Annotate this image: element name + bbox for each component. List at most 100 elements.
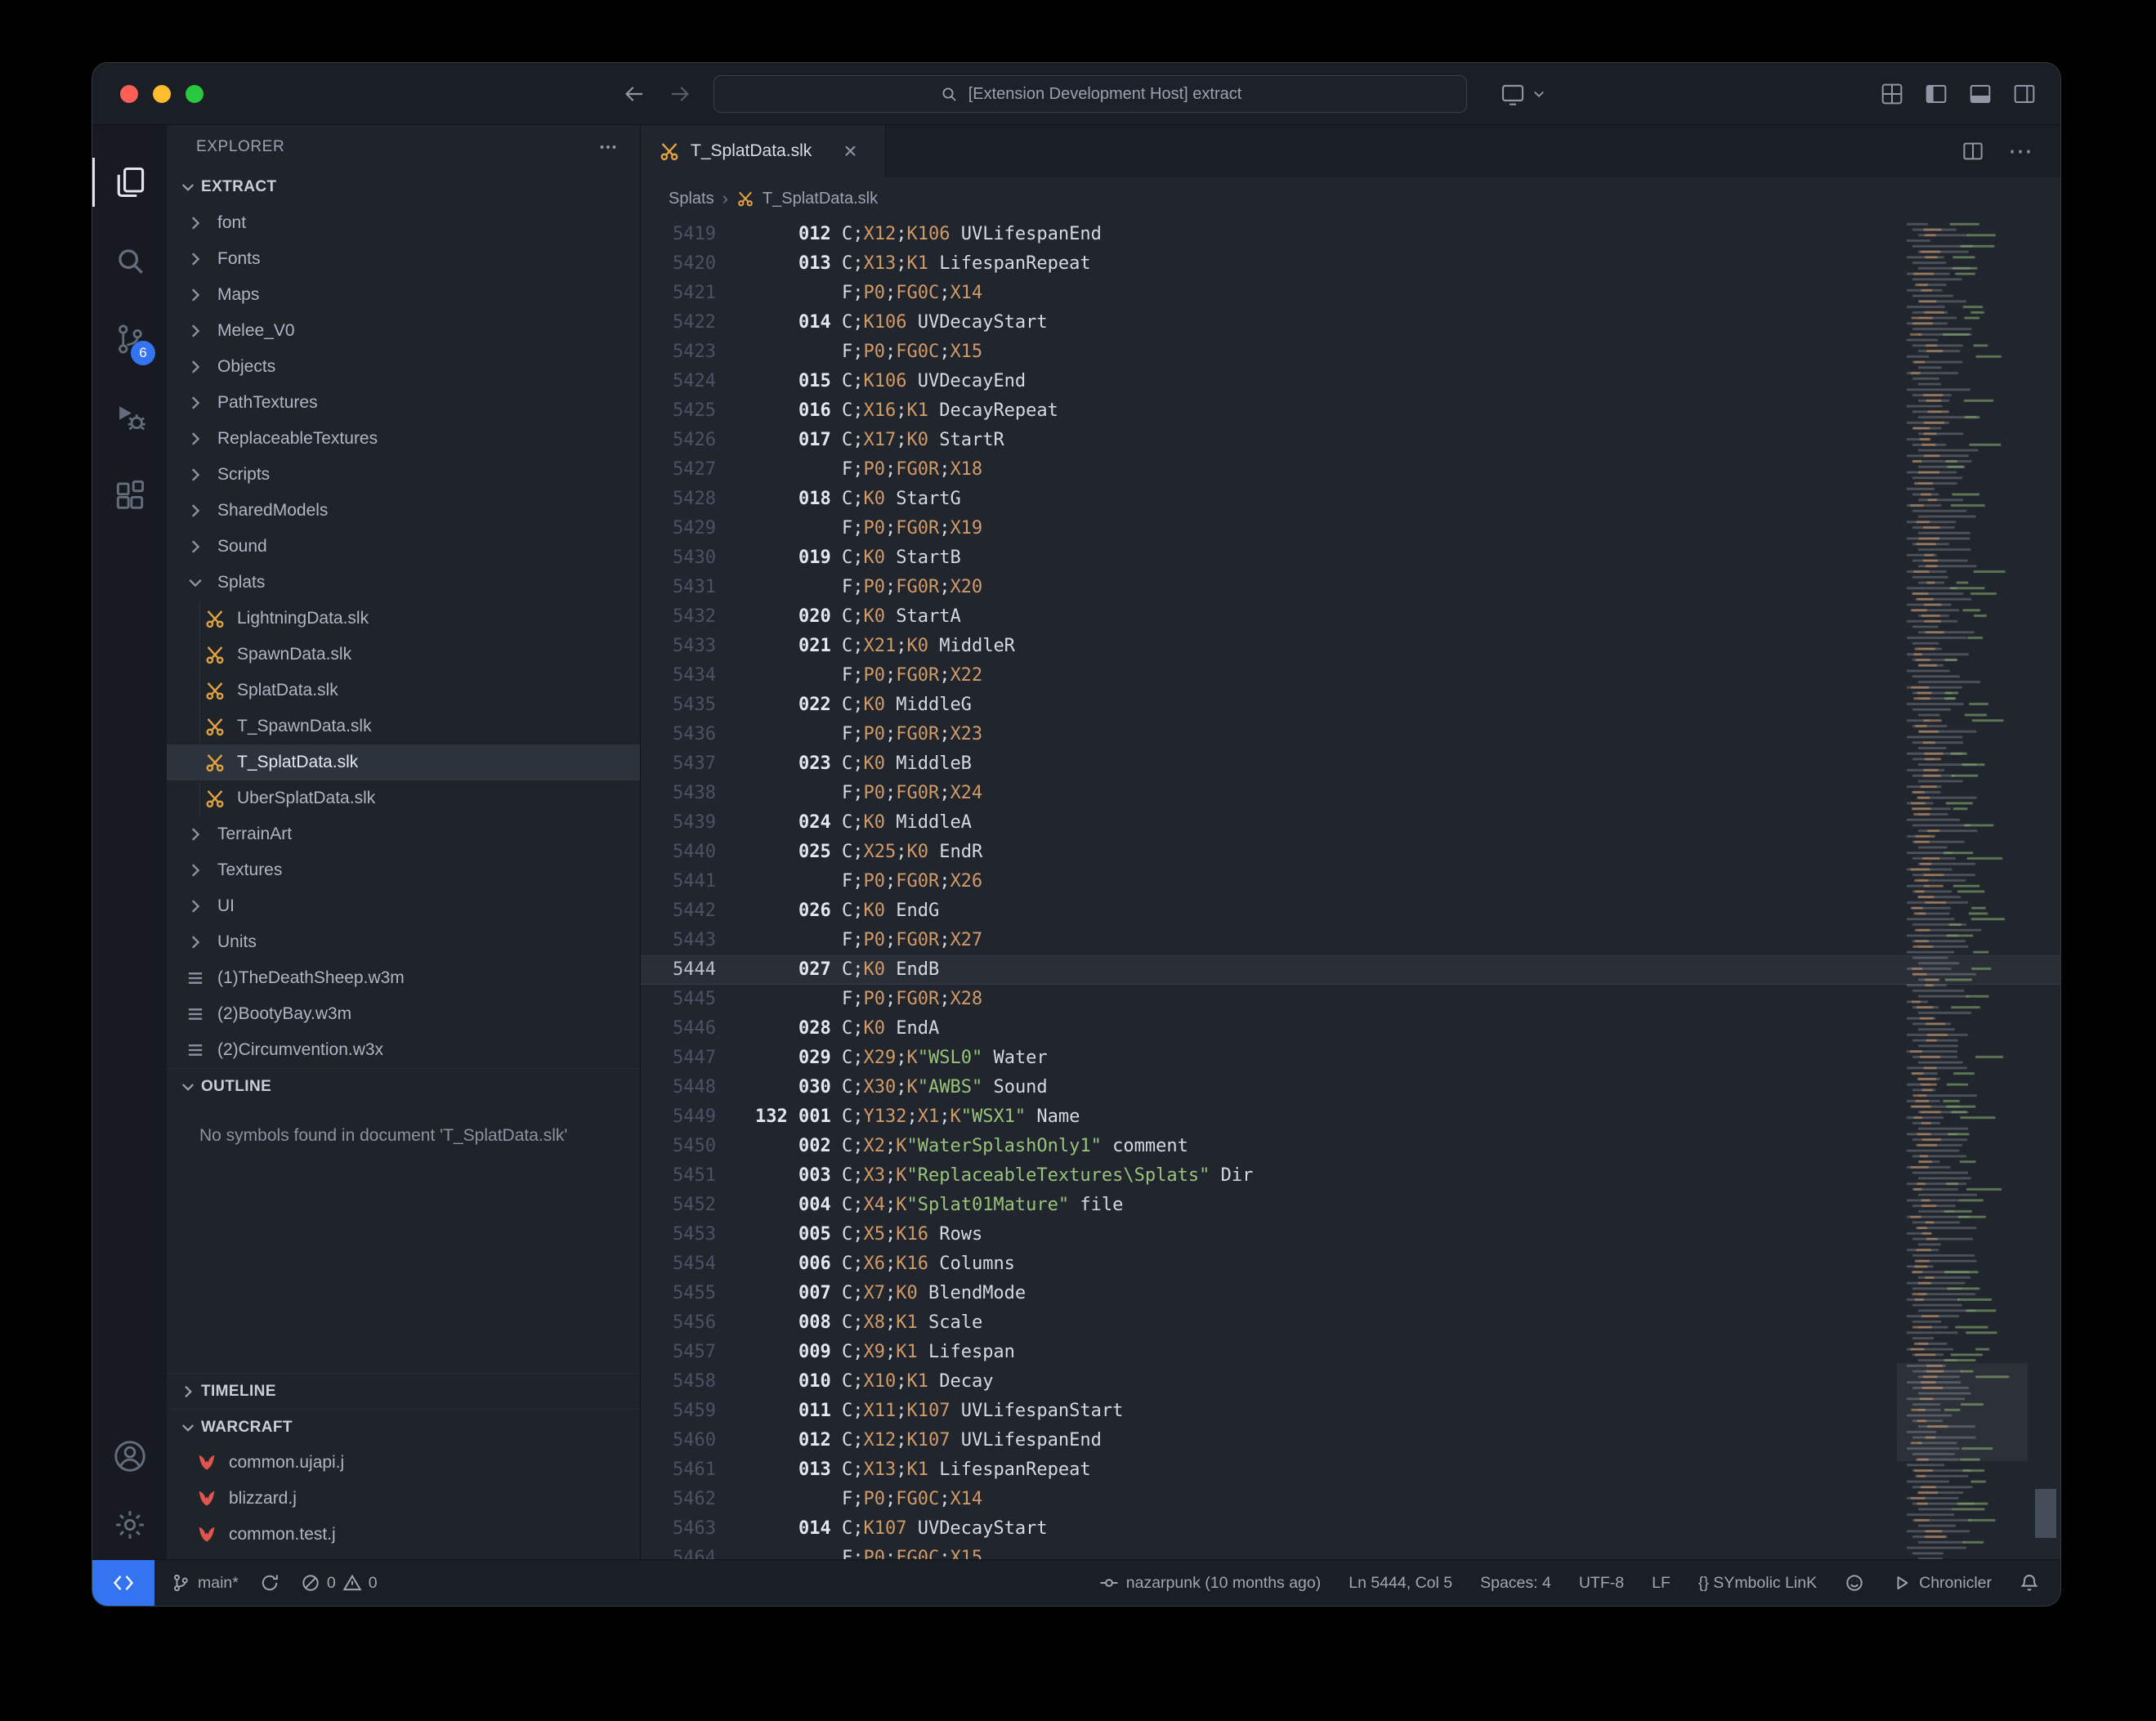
code-line[interactable]: 5430 019 C;K0 StartB <box>641 543 2060 573</box>
problems-status[interactable]: 0 0 <box>301 1573 378 1593</box>
code-line[interactable]: 5433 021 C;X21;K0 MiddleR <box>641 632 2060 661</box>
tab-t-splatdata[interactable]: T_SplatData.slk × <box>641 125 886 177</box>
code-line[interactable]: 5434 F;P0;FG0R;X22 <box>641 661 2060 691</box>
code-line[interactable]: 5444 027 C;K0 EndB <box>641 955 2060 985</box>
code-line[interactable]: 5456 008 C;X8;K1 Scale <box>641 1308 2060 1338</box>
notifications-status[interactable] <box>2020 1573 2039 1593</box>
tree-item[interactable]: T_SplatData.slk <box>167 744 640 780</box>
source-control-activity-button[interactable]: 6 <box>92 300 167 378</box>
code-line[interactable]: 5452 004 C;X4;K"Splat01Mature" file <box>641 1191 2060 1220</box>
code-line[interactable]: 5446 028 C;K0 EndA <box>641 1014 2060 1044</box>
minimize-window-button[interactable] <box>153 85 171 103</box>
tree-item[interactable]: SharedModels <box>167 493 640 529</box>
code-line[interactable]: 5420 013 C;X13;K1 LifespanRepeat <box>641 249 2060 279</box>
code-line[interactable]: 5447 029 C;X29;K"WSL0" Water <box>641 1044 2060 1073</box>
code-line[interactable]: 5438 F;P0;FG0R;X24 <box>641 779 2060 808</box>
tree-item[interactable]: UI <box>167 888 640 924</box>
cursor-position-status[interactable]: Ln 5444, Col 5 <box>1349 1574 1452 1593</box>
code-line[interactable]: 5448 030 C;X30;K"AWBS" Sound <box>641 1073 2060 1102</box>
close-window-button[interactable] <box>120 85 138 103</box>
warcraft-file-item[interactable]: blizzard.j <box>167 1481 640 1517</box>
tree-item[interactable]: T_SpawnData.slk <box>167 709 640 744</box>
customize-layout-button[interactable] <box>1879 81 1905 107</box>
warcraft-file-item[interactable]: common.ujapi.j <box>167 1445 640 1481</box>
tree-item[interactable]: Splats <box>167 565 640 601</box>
extensions-activity-button[interactable] <box>92 457 167 535</box>
remote-indicator[interactable] <box>92 1560 154 1606</box>
section-timeline[interactable]: TIMELINE <box>167 1373 640 1409</box>
breadcrumb-file[interactable]: T_SplatData.slk <box>763 190 878 208</box>
code-line[interactable]: 5464 F;P0;FG0C;X15 <box>641 1544 2060 1559</box>
code-line[interactable]: 5455 007 C;X7;K0 BlendMode <box>641 1279 2060 1308</box>
tab-close-icon[interactable]: × <box>843 140 857 163</box>
tree-item[interactable]: Textures <box>167 852 640 888</box>
warcraft-file-item[interactable]: common.test.j <box>167 1517 640 1553</box>
code-line[interactable]: 5457 009 C;X9;K1 Lifespan <box>641 1338 2060 1367</box>
code-line[interactable]: 5440 025 C;X25;K0 EndR <box>641 838 2060 867</box>
tree-item[interactable]: Melee_V0 <box>167 313 640 349</box>
code-line[interactable]: 5428 018 C;K0 StartG <box>641 485 2060 514</box>
tree-item[interactable]: (2)Circumvention.w3x <box>167 1032 640 1068</box>
search-activity-button[interactable] <box>92 221 167 300</box>
eol-status[interactable]: LF <box>1652 1574 1671 1593</box>
code-line[interactable]: 5443 F;P0;FG0R;X27 <box>641 926 2060 955</box>
explorer-activity-button[interactable] <box>92 143 167 221</box>
branch-status[interactable]: main* <box>171 1573 239 1593</box>
chronicler-status[interactable]: Chronicler <box>1892 1573 1992 1593</box>
code-line[interactable]: 5436 F;P0;FG0R;X23 <box>641 720 2060 749</box>
settings-button[interactable] <box>92 1491 167 1559</box>
code-editor[interactable]: 5419 012 C;X12;K106 UVLifespanEnd5420 01… <box>641 220 2060 1559</box>
tree-item[interactable]: (1)TheDeathSheep.w3m <box>167 960 640 996</box>
tree-item[interactable]: ReplaceableTextures <box>167 421 640 457</box>
code-line[interactable]: 5424 015 C;K106 UVDecayEnd <box>641 367 2060 396</box>
code-line[interactable]: 5427 F;P0;FG0R;X18 <box>641 455 2060 485</box>
zoom-window-button[interactable] <box>186 85 204 103</box>
code-line[interactable]: 5442 026 C;K0 EndG <box>641 896 2060 926</box>
section-extract[interactable]: EXTRACT <box>167 169 640 205</box>
command-center-search[interactable]: [Extension Development Host] extract <box>713 75 1467 113</box>
feedback-status[interactable] <box>1845 1573 1864 1593</box>
code-line[interactable]: 5431 F;P0;FG0R;X20 <box>641 573 2060 602</box>
explorer-actions-button[interactable] <box>597 136 619 158</box>
code-line[interactable]: 5459 011 C;X11;K107 UVLifespanStart <box>641 1397 2060 1426</box>
tree-item[interactable]: Scripts <box>167 457 640 493</box>
tree-item[interactable]: PathTextures <box>167 385 640 421</box>
code-line[interactable]: 5435 022 C;K0 MiddleG <box>641 691 2060 720</box>
nav-forward-button[interactable] <box>668 82 692 106</box>
code-line[interactable]: 5441 F;P0;FG0R;X26 <box>641 867 2060 896</box>
profile-button[interactable] <box>1500 81 1547 107</box>
code-line[interactable]: 5458 010 C;X10;K1 Decay <box>641 1367 2060 1397</box>
indentation-status[interactable]: Spaces: 4 <box>1480 1574 1551 1593</box>
section-outline[interactable]: OUTLINE <box>167 1068 640 1104</box>
tree-item[interactable]: font <box>167 205 640 241</box>
tree-item[interactable]: LightningData.slk <box>167 601 640 637</box>
code-line[interactable]: 5423 F;P0;FG0C;X15 <box>641 337 2060 367</box>
nav-back-button[interactable] <box>622 82 646 106</box>
toggle-secondary-sidebar-button[interactable] <box>2011 81 2037 107</box>
tree-item[interactable]: SplatData.slk <box>167 673 640 709</box>
account-button[interactable] <box>92 1422 167 1491</box>
debug-activity-button[interactable] <box>92 378 167 457</box>
tree-item[interactable]: Sound <box>167 529 640 565</box>
blame-status[interactable]: nazarpunk (10 months ago) <box>1099 1573 1321 1593</box>
editor-actions-button[interactable]: ⋯ <box>2008 137 2034 166</box>
code-line[interactable]: 5445 F;P0;FG0R;X28 <box>641 985 2060 1014</box>
code-line[interactable]: 5450 002 C;X2;K"WaterSplashOnly1" commen… <box>641 1132 2060 1161</box>
code-line[interactable]: 5429 F;P0;FG0R;X19 <box>641 514 2060 543</box>
code-line[interactable]: 5437 023 C;K0 MiddleB <box>641 749 2060 779</box>
code-line[interactable]: 5421 F;P0;FG0C;X14 <box>641 279 2060 308</box>
minimap-slider[interactable] <box>1897 1363 2028 1461</box>
code-line[interactable]: 5432 020 C;K0 StartA <box>641 602 2060 632</box>
tree-item[interactable]: Maps <box>167 277 640 313</box>
code-line[interactable]: 5426 017 C;X17;K0 StartR <box>641 426 2060 455</box>
split-editor-button[interactable] <box>1961 139 1985 163</box>
tree-item[interactable]: Objects <box>167 349 640 385</box>
toggle-sidebar-button[interactable] <box>1923 81 1949 107</box>
minimap[interactable] <box>1897 220 2028 1559</box>
tree-item[interactable]: Units <box>167 924 640 960</box>
tree-item[interactable]: (2)BootyBay.w3m <box>167 996 640 1032</box>
section-warcraft[interactable]: WARCRAFT <box>167 1409 640 1445</box>
code-line[interactable]: 5460 012 C;X12;K107 UVLifespanEnd <box>641 1426 2060 1455</box>
scrollbar-thumb[interactable] <box>2035 1489 2056 1538</box>
language-mode-status[interactable]: {} SYmbolic LinK <box>1698 1574 1817 1593</box>
